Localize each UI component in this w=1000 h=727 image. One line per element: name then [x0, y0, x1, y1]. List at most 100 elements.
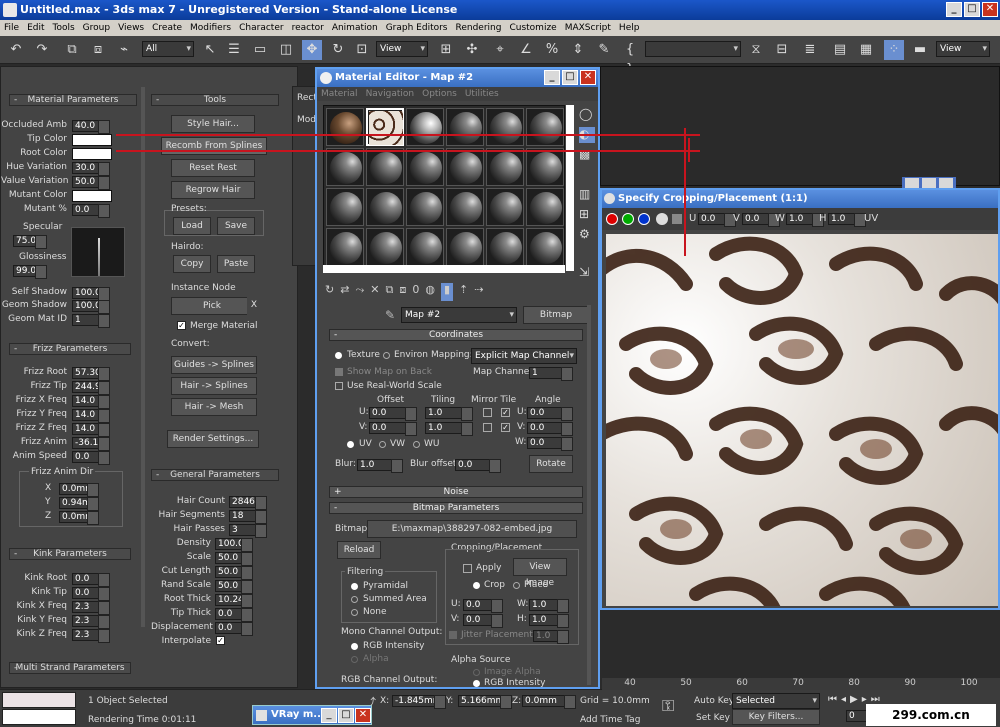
- me-close-button[interactable]: ✕: [580, 70, 596, 85]
- red-channel-icon[interactable]: [606, 213, 618, 225]
- menu-reactor[interactable]: reactor: [292, 20, 324, 36]
- mono-icon[interactable]: [672, 214, 682, 224]
- material-effects-icon[interactable]: ◍: [425, 283, 435, 301]
- snap-icon[interactable]: ⌖: [490, 40, 510, 60]
- video-check-icon[interactable]: ▥: [579, 187, 595, 203]
- self-shadow-field[interactable]: 100.0: [72, 287, 110, 301]
- root-thick-field[interactable]: 10.248: [215, 594, 253, 608]
- frizz-x-freq-field[interactable]: 14.0: [72, 395, 110, 409]
- alpha-channel-icon[interactable]: [656, 213, 668, 225]
- angle-snap-icon[interactable]: ∠: [516, 40, 536, 60]
- align-icon[interactable]: ⊟: [772, 40, 792, 60]
- anim-speed-field[interactable]: 0.0: [72, 451, 110, 465]
- sample-slot-21[interactable]: [406, 228, 444, 266]
- sample-slot-7[interactable]: [326, 148, 364, 186]
- general-params-rollout[interactable]: - General Parameters: [151, 469, 279, 481]
- material-params-rollout[interactable]: - Material Parameters: [9, 94, 137, 106]
- sample-slot-8[interactable]: [366, 148, 404, 186]
- hidden-max-button[interactable]: [922, 178, 936, 188]
- redo-icon[interactable]: ↷: [32, 40, 52, 60]
- prev-frame-icon[interactable]: ◂: [841, 694, 846, 705]
- hair-to-mesh-button[interactable]: Hair -> Mesh: [171, 398, 257, 416]
- sample-slots-h-scrollbar[interactable]: [323, 265, 565, 273]
- sample-slot-19[interactable]: [326, 228, 364, 266]
- texture-radio[interactable]: [335, 352, 342, 359]
- sample-slot-12[interactable]: [526, 148, 564, 186]
- mutant-color-swatch[interactable]: [72, 190, 112, 202]
- crop-window-v-field[interactable]: 0.0: [742, 213, 780, 227]
- sample-slot-11[interactable]: [486, 148, 524, 186]
- crop-w-field[interactable]: 1.0: [529, 599, 569, 613]
- me-menu-material[interactable]: Material: [321, 87, 358, 101]
- show-map-on-back-checkbox[interactable]: [335, 368, 343, 376]
- tools-rollout[interactable]: - Tools: [151, 94, 279, 106]
- viewport[interactable]: [600, 66, 1000, 186]
- options-icon[interactable]: ⚙: [579, 227, 595, 243]
- edit-named-sel-icon[interactable]: ✎: [594, 40, 614, 60]
- angle-v-field[interactable]: 0.0: [527, 422, 573, 436]
- percent-snap-icon[interactable]: %: [542, 40, 562, 60]
- green-channel-icon[interactable]: [622, 213, 634, 225]
- spinner-snap-icon[interactable]: ⇕: [568, 40, 588, 60]
- kink-root-field[interactable]: 0.0: [72, 573, 110, 587]
- angle-u-field[interactable]: 0.0: [527, 407, 573, 421]
- bitmap-path-button[interactable]: E:\maxmap\388297-082-embed.jpg: [367, 520, 577, 538]
- render-settings-button[interactable]: Render Settings...: [167, 430, 259, 448]
- menu-modifiers[interactable]: Modifiers: [190, 20, 231, 36]
- regrow-hair-button[interactable]: Regrow Hair: [171, 181, 255, 199]
- me-menu-navigation[interactable]: Navigation: [366, 87, 415, 101]
- play-icon[interactable]: ▶: [850, 694, 858, 705]
- sample-slot-18[interactable]: [526, 188, 564, 226]
- interpolate-checkbox[interactable]: ✓: [216, 636, 225, 645]
- sample-slot-4[interactable]: [446, 108, 484, 146]
- pick-instance-button[interactable]: Pick: [171, 297, 253, 315]
- close-button[interactable]: ✕: [982, 2, 998, 17]
- alpha-radio[interactable]: [351, 656, 358, 663]
- taskbar-vray-window[interactable]: VRay m... _ □ ✕: [252, 705, 372, 725]
- real-world-scale-checkbox[interactable]: [335, 382, 343, 390]
- scale-field[interactable]: 50.0: [215, 552, 253, 566]
- add-time-tag[interactable]: Add Time Tag: [580, 715, 640, 725]
- displacement-field[interactable]: 0.0: [215, 622, 253, 636]
- curve-editor-icon[interactable]: ▤: [830, 40, 850, 60]
- blue-channel-icon[interactable]: [638, 213, 650, 225]
- sample-slot-1[interactable]: [326, 108, 364, 146]
- me-rollout-scrollbar[interactable]: [587, 305, 591, 685]
- load-preset-button[interactable]: Load: [173, 217, 211, 235]
- map-type-button[interactable]: Bitmap: [523, 306, 589, 324]
- geom-shadow-field[interactable]: 100.0: [72, 300, 110, 314]
- sample-slot-14[interactable]: [366, 188, 404, 226]
- menu-create[interactable]: Create: [152, 20, 182, 36]
- alpha-rgb-intensity-radio[interactable]: [473, 680, 480, 687]
- rotate-button[interactable]: Rotate: [529, 455, 573, 473]
- reset-map-icon[interactable]: ✕: [370, 283, 379, 301]
- offset-u-field[interactable]: 0.0: [369, 407, 417, 421]
- hidden-close-button[interactable]: [939, 178, 953, 188]
- jitter-field[interactable]: 1.0: [533, 630, 569, 644]
- summed-area-radio[interactable]: [351, 596, 358, 603]
- menu-character[interactable]: Character: [239, 20, 283, 36]
- frizz-dir-x-field[interactable]: 0.0mm: [59, 483, 99, 497]
- cut-length-field[interactable]: 50.0: [215, 566, 253, 580]
- go-forward-icon[interactable]: ⇢: [474, 283, 483, 301]
- y-coord-field[interactable]: 5.166mm: [458, 695, 512, 709]
- crop-window-w-field[interactable]: 1.0: [786, 213, 824, 227]
- select-by-name-icon[interactable]: ☰: [224, 40, 244, 60]
- reference-coord-dropdown[interactable]: View: [376, 41, 428, 57]
- make-unique-icon[interactable]: ⧈: [399, 283, 406, 301]
- mapping-dropdown[interactable]: Explicit Map Channel: [471, 348, 577, 364]
- tiling-u-field[interactable]: 1.0: [425, 407, 473, 421]
- make-copy-icon[interactable]: ⧉: [385, 283, 393, 301]
- sample-slot-17[interactable]: [486, 188, 524, 226]
- hair-segments-field[interactable]: 18: [229, 510, 267, 524]
- blur-field[interactable]: 1.0: [357, 459, 403, 473]
- z-coord-field[interactable]: 0.0mm: [522, 695, 576, 709]
- panel-scrollbar[interactable]: [141, 87, 145, 627]
- frizz-dir-z-field[interactable]: 0.0mm: [59, 511, 99, 525]
- menu-rendering[interactable]: Rendering: [456, 20, 502, 36]
- reload-button[interactable]: Reload: [337, 541, 381, 559]
- frizz-anim-field[interactable]: -36.18: [72, 437, 110, 451]
- hue-variation-field[interactable]: 30.0: [72, 162, 110, 176]
- move-icon[interactable]: ✥: [302, 40, 322, 60]
- menu-tools[interactable]: Tools: [53, 20, 75, 36]
